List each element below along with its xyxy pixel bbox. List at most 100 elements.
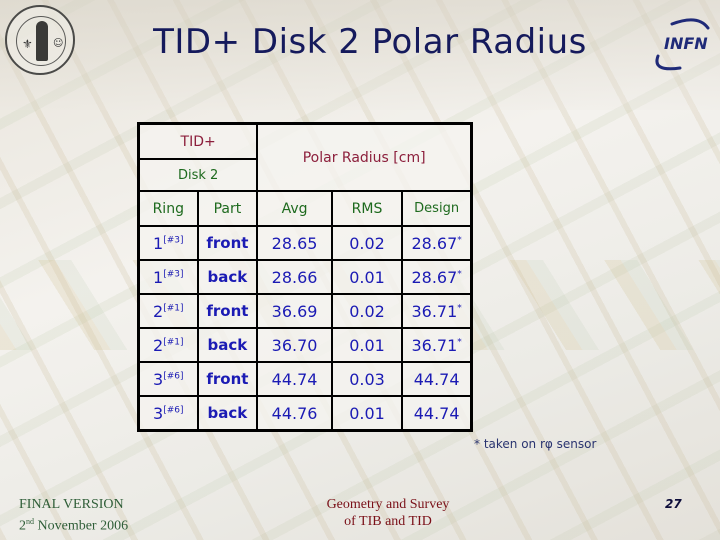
table-row: 2[#1] front 36.69 0.02 36.71* [137,293,473,329]
cell-part: front [196,225,259,261]
column-header-rms: RMS [330,190,404,227]
rms-value: 0.02 [349,301,385,321]
design-footnote-mark: * [457,337,462,348]
rms-value: 0.02 [349,233,385,253]
date-rest: November 2006 [34,518,129,534]
table-row: 3[#6] front 44.74 0.03 44.74 [137,361,473,397]
column-header-row: Ring Part Avg RMS Design [137,190,473,227]
cell-design: 44.74 [401,395,473,432]
design-value: 28.67 [411,267,458,287]
cell-avg: 28.66 [256,259,333,295]
rms-value: 0.01 [349,267,385,287]
table-row: 2[#1] back 36.70 0.01 36.71* [137,327,473,363]
ring-number: 2 [153,301,164,321]
ring-number: 2 [153,335,164,355]
cell-design: 44.74 [401,361,473,397]
avg-value: 44.74 [271,369,318,389]
design-value: 36.71 [411,335,458,355]
footnote: * taken on rφ sensor [474,437,597,451]
infn-logo-text: INFN [664,34,708,53]
date-day: 2 [19,518,26,534]
part-value: front [206,370,249,388]
design-footnote-mark: * [457,303,462,314]
table-row: 1[#3] back 28.66 0.01 28.67* [137,259,473,295]
ring-reference: [#6] [163,405,184,416]
cell-avg: 36.69 [256,293,333,329]
cell-avg: 36.70 [256,327,333,363]
design-value: 44.74 [413,403,460,423]
footer-version: FINAL VERSION 2nd November 2006 [19,496,128,535]
cell-design: 36.71* [401,293,473,329]
footer-title-line1: Geometry and Survey [326,497,450,512]
cell-design: 28.67* [401,225,473,261]
column-header-avg: Avg [256,190,333,227]
table-header-top: TID+ Polar Radius [cm] [137,122,473,192]
polar-radius-header: Polar Radius [cm] [256,122,473,192]
part-value: front [206,234,249,252]
ring-number: 3 [153,403,164,423]
ring-reference: [#1] [163,337,184,348]
cell-ring: 1[#3] [137,225,199,261]
cell-part: front [196,361,259,397]
cell-rms: 0.01 [330,327,404,363]
part-value: back [207,268,248,286]
cell-rms: 0.01 [330,259,404,295]
design-footnote-mark: * [457,269,462,280]
cell-ring: 3[#6] [137,361,199,397]
footer-title-line2: of TIB and TID [344,514,432,529]
cell-avg: 28.65 [256,225,333,261]
version-date: 2nd November 2006 [19,513,128,535]
cell-rms: 0.02 [330,293,404,329]
polar-radius-table: TID+ Polar Radius [cm] Disk 2 Ring Part … [137,122,473,432]
column-header-ring: Ring [137,190,199,227]
cell-design: 28.67* [401,259,473,295]
cell-part: front [196,293,259,329]
column-header-part: Part [196,190,259,227]
ring-number: 1 [153,233,164,253]
avg-value: 28.65 [271,233,318,253]
rms-value: 0.01 [349,335,385,355]
part-value: back [207,404,248,422]
cell-ring: 2[#1] [137,293,199,329]
avg-value: 36.70 [271,335,318,355]
avg-value: 36.69 [271,301,318,321]
design-footnote-mark: * [457,235,462,246]
slide-title: TID+ Disk 2 Polar Radius [153,22,587,62]
part-value: front [206,302,249,320]
version-label: FINAL VERSION [19,497,124,512]
avg-value: 28.66 [271,267,318,287]
cell-part: back [196,259,259,295]
date-suffix: nd [26,517,34,526]
footer-title: Geometry and Survey of TIB and TID [318,496,458,530]
detector-label: TID+ [137,122,259,160]
disk-label: Disk 2 [137,158,259,192]
cell-design: 36.71* [401,327,473,363]
ring-reference: [#3] [163,235,184,246]
cell-part: back [196,327,259,363]
cell-part: back [196,395,259,432]
rms-value: 0.03 [349,369,385,389]
table-row: 3[#6] back 44.76 0.01 44.74 [137,395,473,432]
cell-ring: 3[#6] [137,395,199,432]
cell-ring: 2[#1] [137,327,199,363]
cell-ring: 1[#3] [137,259,199,295]
ring-reference: [#1] [163,303,184,314]
ring-reference: [#6] [163,371,184,382]
ring-reference: [#3] [163,269,184,280]
cell-avg: 44.74 [256,361,333,397]
design-value: 44.74 [413,369,460,389]
column-header-design: Design [401,190,473,227]
ring-number: 3 [153,369,164,389]
design-value: 28.67 [411,233,458,253]
table-row: 1[#3] front 28.65 0.02 28.67* [137,225,473,261]
cell-rms: 0.03 [330,361,404,397]
cell-avg: 44.76 [256,395,333,432]
page-number: 27 [665,497,682,511]
ring-number: 1 [153,267,164,287]
part-value: back [207,336,248,354]
cell-rms: 0.01 [330,395,404,432]
cell-rms: 0.02 [330,225,404,261]
avg-value: 44.76 [271,403,318,423]
rms-value: 0.01 [349,403,385,423]
design-value: 36.71 [411,301,458,321]
